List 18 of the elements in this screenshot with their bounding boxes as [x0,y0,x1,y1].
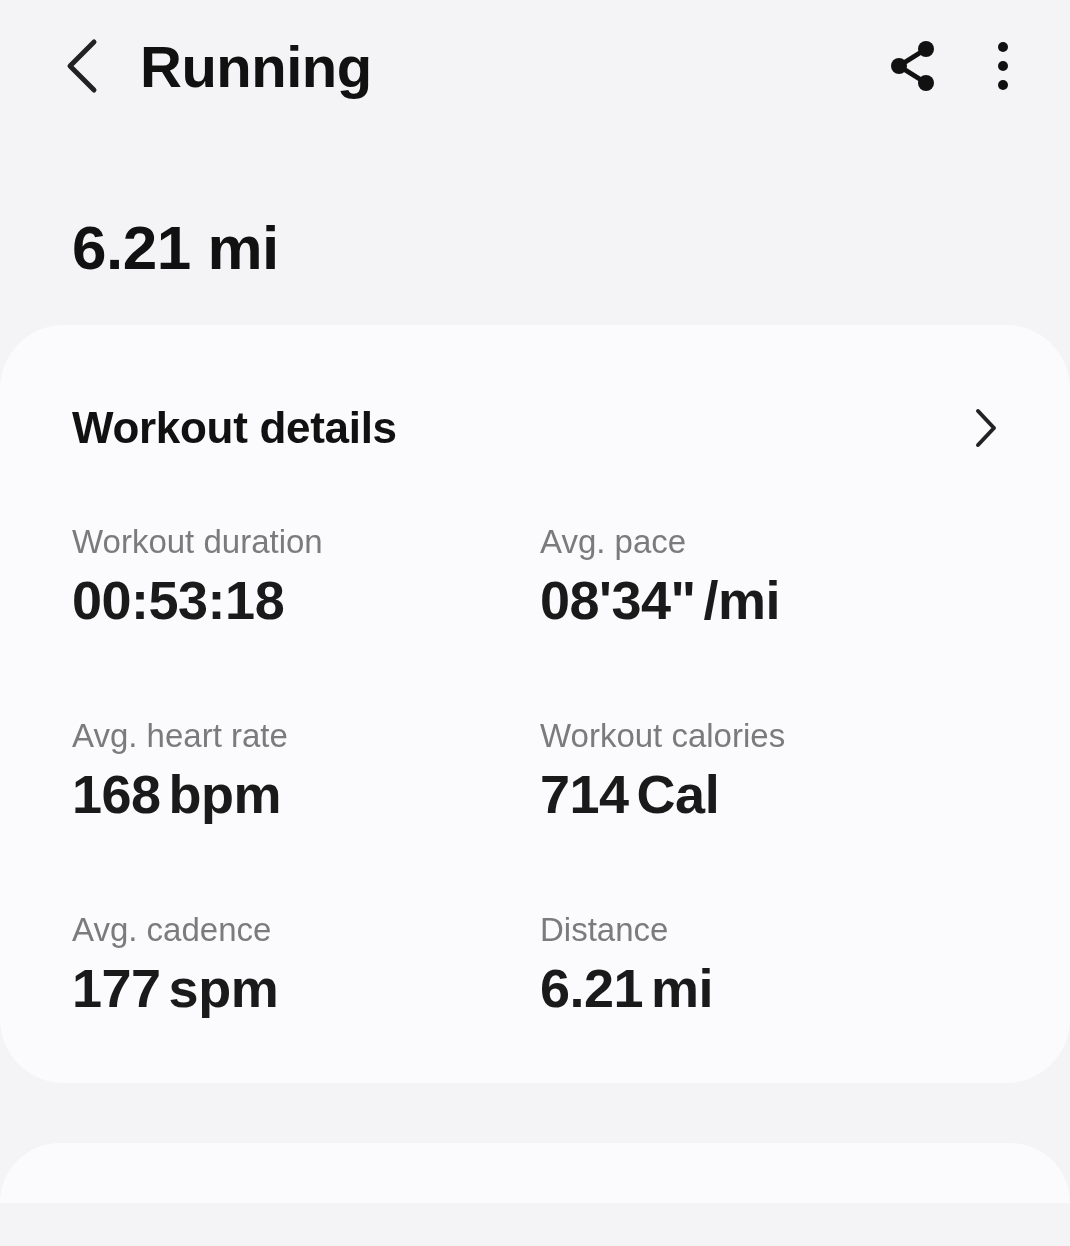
stat-value: 08'34"/mi [540,569,782,631]
stat-label: Avg. heart rate [72,717,289,755]
total-distance: 6.21 mi [71,212,280,284]
stat-label: Avg. cadence [72,911,273,949]
stat-label: Avg. pace [540,523,688,561]
stat-value: 177 spm [72,957,280,1019]
stat-label: Workout calories [540,717,787,755]
stat-value: 168 bpm [72,763,283,825]
page-title: Running [140,32,373,100]
stat-label: Workout duration [72,523,324,561]
stat-value: 00:53:18 [72,569,286,631]
stat-value: 6.21 mi [540,957,715,1019]
share-button[interactable] [890,40,936,92]
more-options-button[interactable] [996,41,1010,91]
chevron-right-icon[interactable] [974,408,998,448]
card-title: Workout details [72,403,397,453]
stat-label: Distance [540,911,670,949]
stat-value: 714Cal [540,763,721,825]
